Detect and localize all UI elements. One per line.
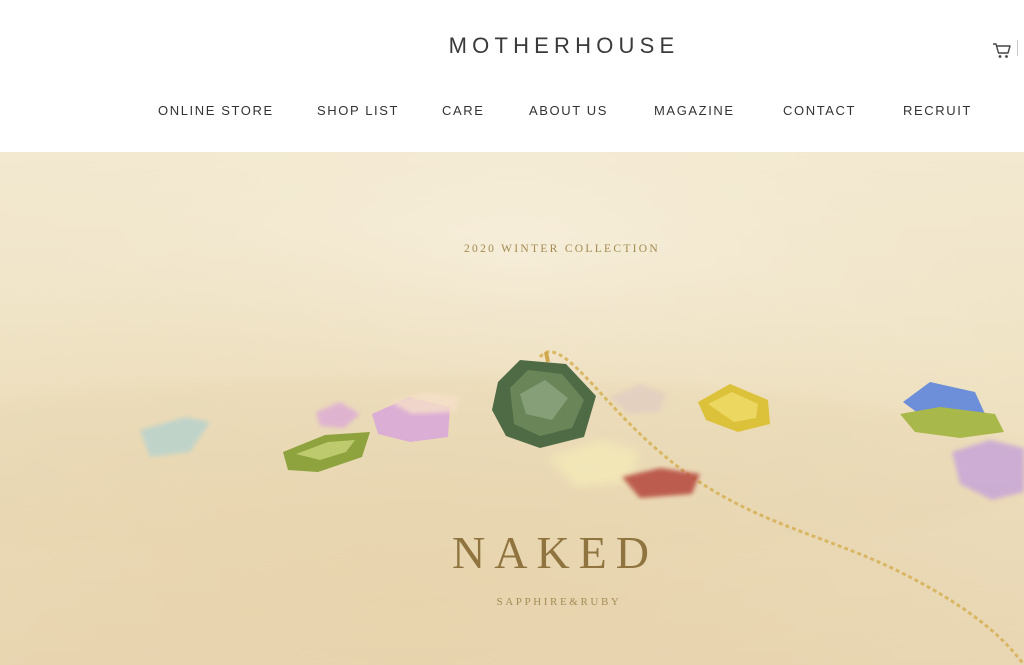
- nav-item-magazine[interactable]: MAGAZINE: [654, 103, 735, 118]
- nav-item-online-store[interactable]: ONLINE STORE: [158, 103, 274, 118]
- hero-caption: SAPPHIRE&RUBY: [496, 596, 622, 608]
- nav-item-contact[interactable]: CONTACT: [783, 103, 856, 118]
- brand-logo[interactable]: MOTHERHOUSE: [0, 33, 1024, 59]
- hero-image: [0, 152, 1024, 665]
- nav-item-shop-list[interactable]: SHOP LIST: [317, 103, 399, 118]
- nav-item-recruit[interactable]: RECRUIT: [903, 103, 972, 118]
- hero-subtitle: 2020 WINTER COLLECTION: [463, 243, 661, 255]
- header-divider: [1017, 40, 1018, 56]
- nav-item-care[interactable]: CARE: [442, 103, 485, 118]
- cart-icon[interactable]: [992, 40, 1012, 60]
- main-nav: ONLINE STORE SHOP LIST CARE ABOUT US MAG…: [0, 103, 1024, 121]
- hero-title: NAKED: [452, 527, 658, 578]
- site-header: MOTHERHOUSE ONLINE STORE SHOP LIST CARE …: [0, 0, 1024, 152]
- hero-banner[interactable]: 2020 WINTER COLLECTION NAKED SAPPHIRE&RU…: [0, 152, 1024, 665]
- nav-item-about-us[interactable]: ABOUT US: [529, 103, 608, 118]
